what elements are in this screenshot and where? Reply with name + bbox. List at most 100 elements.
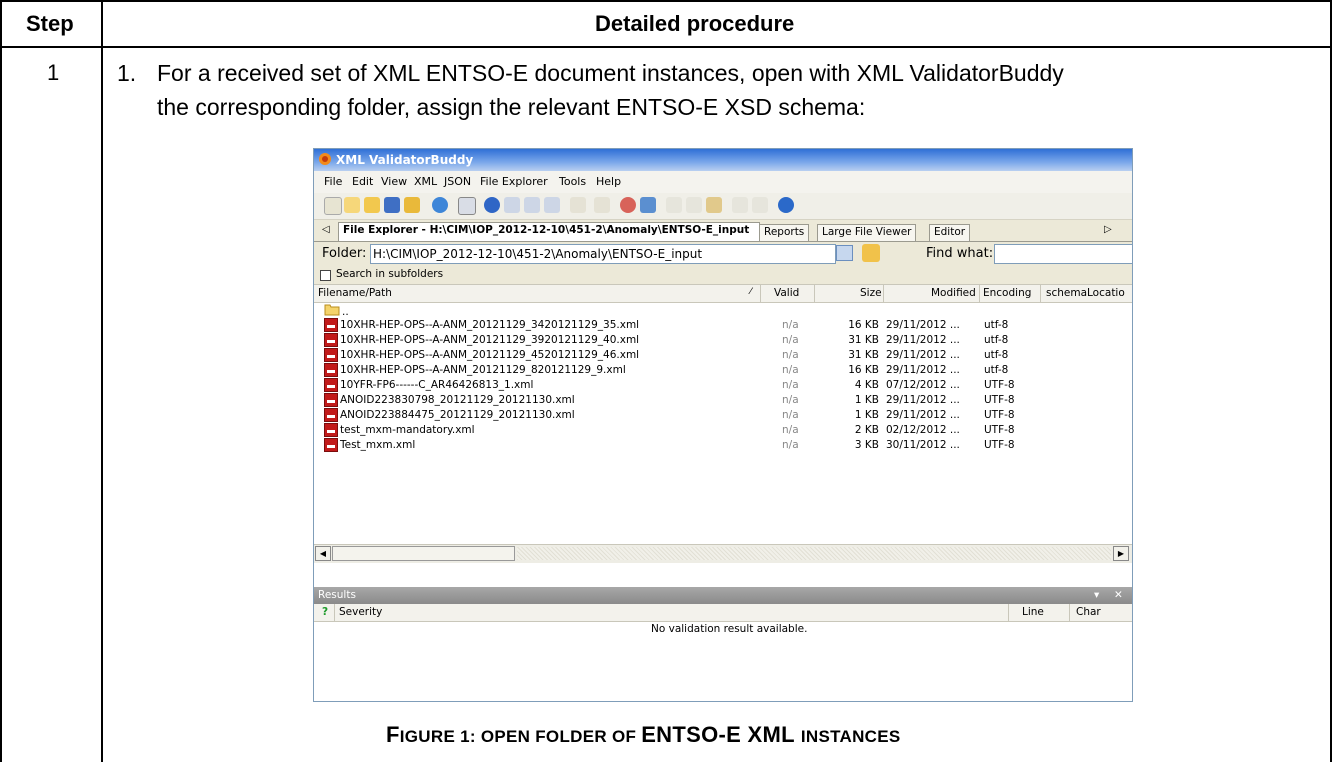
go-up-folder-icon[interactable] (862, 244, 880, 262)
procedure-line-1: For a received set of XML ENTSO-E docume… (157, 60, 1064, 86)
validate-icon[interactable] (484, 197, 500, 213)
file-size: 3 KB (854, 439, 879, 451)
file-valid: n/a (782, 394, 799, 406)
stop-icon[interactable] (620, 197, 636, 213)
file-encoding: UTF-8 (984, 409, 1015, 421)
file-row[interactable]: 10XHR-HEP-OPS--A-ANM_20121129_4520121129… (314, 348, 1132, 363)
menu-edit[interactable]: Edit (352, 175, 373, 188)
file-size: 1 KB (854, 409, 879, 421)
parent-folder-row[interactable]: .. (314, 303, 1132, 318)
tab-scroll-left-icon[interactable]: ◁ (322, 224, 330, 235)
xml-file-icon (324, 318, 338, 332)
file-row[interactable]: ANOID223884475_20121129_20121130.xml n/a 1… (314, 408, 1132, 423)
window-titlebar[interactable]: XML ValidatorBuddy (314, 149, 1132, 171)
xslt-icon[interactable] (458, 197, 476, 215)
caption-instances: INSTANCES (800, 727, 901, 746)
file-row[interactable]: ANOID223830798_20121129_20121130.xml n/a 1… (314, 393, 1132, 408)
file-row[interactable]: 10XHR-HEP-OPS--A-ANM_20121129_3420121129… (314, 318, 1132, 333)
file-row[interactable]: Test_mxm.xml n/a 3 KB 30/11/2012 ... UTF-8 (314, 438, 1132, 453)
paste-icon[interactable] (706, 197, 722, 213)
col-modified[interactable]: Modified (931, 287, 976, 299)
col-char[interactable]: Char (1076, 606, 1101, 618)
tab-file-explorer[interactable]: File Explorer - H:\CIM\IOP_2012-12-10\45… (338, 222, 760, 241)
file-row[interactable]: 10XHR-HEP-OPS--A-ANM_20121129_820121129_… (314, 363, 1132, 378)
file-explorer-panel: Folder: H:\CIM\IOP_2012-12-10\451-2\Anom… (314, 241, 1132, 592)
find-what-input[interactable] (994, 244, 1132, 264)
table-border-left (0, 0, 2, 762)
results-title: Results (318, 589, 356, 601)
col-separator[interactable] (1069, 604, 1070, 621)
col-encoding[interactable]: Encoding (983, 287, 1031, 299)
col-separator[interactable] (1040, 285, 1041, 302)
results-dropdown-icon[interactable]: ▾ (1094, 589, 1099, 601)
open-file-icon[interactable] (364, 197, 380, 213)
col-separator[interactable] (334, 604, 335, 621)
validate-batch-icon[interactable] (524, 197, 540, 213)
col-separator[interactable] (760, 285, 761, 302)
table-header-divider (0, 46, 1332, 48)
folder-path-input[interactable]: H:\CIM\IOP_2012-12-10\451-2\Anomaly\ENTS… (370, 244, 836, 264)
validate-all-icon[interactable] (544, 197, 560, 213)
table-column-divider (101, 0, 103, 762)
col-separator[interactable] (979, 285, 980, 302)
results-column-header: ? Severity Line Char (314, 604, 1132, 622)
menu-file[interactable]: File (324, 175, 342, 188)
col-schema-location[interactable]: schemaLocatio (1046, 287, 1125, 299)
menu-help[interactable]: Help (596, 175, 621, 188)
new-file-icon[interactable] (324, 197, 342, 215)
copy-icon[interactable] (686, 197, 702, 213)
menu-json[interactable]: JSON (444, 175, 471, 188)
scroll-track[interactable] (517, 547, 1111, 560)
file-row[interactable]: 10XHR-HEP-OPS--A-ANM_20121129_3920121129… (314, 333, 1132, 348)
scroll-left-icon[interactable]: ◀ (315, 546, 331, 561)
file-name: ANOID223830798_20121129_20121130.xml (340, 394, 575, 406)
search-subfolders-checkbox[interactable] (320, 270, 331, 281)
col-separator[interactable] (1008, 604, 1009, 621)
results-close-icon[interactable]: ✕ (1114, 589, 1123, 601)
file-encoding: UTF-8 (984, 439, 1015, 451)
file-encoding: UTF-8 (984, 379, 1015, 391)
file-name: 10YFR-FP6------C_AR46426813_1.xml (340, 379, 534, 391)
file-row[interactable]: test_mxm-mandatory.xml n/a 2 KB 02/12/2012 … (314, 423, 1132, 438)
horizontal-scrollbar[interactable]: ◀ ▶ (314, 544, 1132, 563)
folder-icon (324, 304, 340, 316)
menu-view[interactable]: View (381, 175, 407, 188)
col-line[interactable]: Line (1022, 606, 1044, 618)
save-icon[interactable] (384, 197, 400, 213)
tab-scroll-right-icon[interactable]: ▷ (1104, 224, 1112, 235)
new-folder-icon[interactable] (344, 197, 360, 213)
help-icon[interactable] (778, 197, 794, 213)
col-size[interactable]: Size (860, 287, 882, 299)
col-separator[interactable] (814, 285, 815, 302)
header-step: Step (26, 11, 74, 36)
scroll-thumb[interactable] (332, 546, 515, 561)
file-size: 31 KB (848, 349, 879, 361)
col-separator[interactable] (883, 285, 884, 302)
menu-tools[interactable]: Tools (559, 175, 586, 188)
tab-editor[interactable]: Editor (929, 224, 971, 241)
file-valid: n/a (782, 409, 799, 421)
browse-folder-icon[interactable] (836, 245, 853, 261)
col-severity[interactable]: Severity (339, 606, 382, 618)
tab-reports[interactable]: Reports (759, 224, 810, 241)
menu-xml[interactable]: XML (414, 175, 437, 188)
redo-icon[interactable] (752, 197, 768, 213)
file-row[interactable]: 10YFR-FP6------C_AR46426813_1.xml n/a 4 KB… (314, 378, 1132, 393)
col-valid[interactable]: Valid (774, 287, 799, 299)
col-question-icon[interactable]: ? (322, 606, 328, 618)
col-filename[interactable]: Filename/Path (318, 287, 392, 299)
transform-icon[interactable] (594, 197, 610, 213)
cut-icon[interactable] (666, 197, 682, 213)
refresh-icon[interactable] (432, 197, 448, 213)
options-icon[interactable] (640, 197, 656, 213)
tab-large-file-viewer[interactable]: Large File Viewer (817, 224, 917, 241)
open-folder-icon[interactable] (404, 197, 420, 213)
validate-schema-icon[interactable] (504, 197, 520, 213)
menu-file-explorer[interactable]: File Explorer (480, 175, 548, 188)
file-size: 4 KB (854, 379, 879, 391)
undo-icon[interactable] (732, 197, 748, 213)
scroll-right-icon[interactable]: ▶ (1113, 546, 1129, 561)
xml-file-icon (324, 423, 338, 437)
xpath-icon[interactable] (570, 197, 586, 213)
file-valid: n/a (782, 334, 799, 346)
